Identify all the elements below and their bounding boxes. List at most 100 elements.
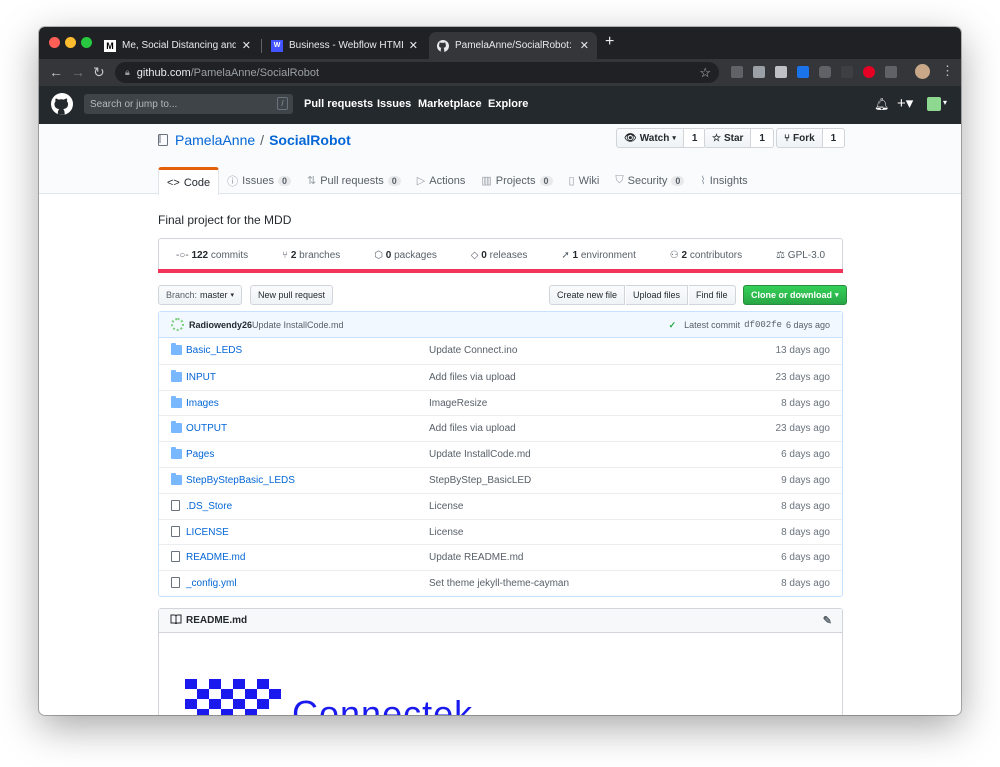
license-link[interactable]: ⚖ GPL-3.0 [776, 250, 825, 261]
extension-icon[interactable] [731, 66, 743, 78]
fork-button[interactable]: ⑂ Fork [776, 128, 823, 148]
tab-actions[interactable]: ▷ Actions [409, 167, 474, 194]
create-new-file-button[interactable]: Create new file [549, 285, 626, 305]
summary-label: releases [489, 250, 528, 261]
packages-link[interactable]: ⬡ 0 packages [374, 250, 437, 261]
new-tab-icon[interactable]: + [605, 33, 614, 51]
extension-icon[interactable] [797, 66, 809, 78]
browser-menu-icon[interactable]: ⋮ [941, 63, 954, 79]
file-commit-message[interactable]: Update Connect.ino [429, 345, 517, 356]
file-name-link[interactable]: _config.yml [186, 578, 237, 589]
file-name-link[interactable]: Images [186, 398, 219, 409]
folder-icon [171, 421, 182, 434]
file-commit-message[interactable]: License [429, 501, 463, 512]
close-tab-icon[interactable]: ✕ [242, 39, 251, 52]
file-name-link[interactable]: README.md [186, 552, 245, 563]
address-bar[interactable]: 🔒︎ github.com/PamelaAnne/SocialRobot ☆ [115, 62, 719, 83]
maximize-window-button[interactable] [81, 37, 92, 48]
summary-number: 0 [385, 250, 392, 261]
commit-sha[interactable]: df002fe [744, 320, 782, 331]
minimize-window-button[interactable] [65, 37, 76, 48]
file-name-link[interactable]: LICENSE [186, 527, 229, 538]
nav-pull-requests[interactable]: Pull requests [304, 98, 373, 110]
forward-icon[interactable]: → [71, 64, 85, 80]
branch-select-button[interactable]: Branch: master ▾ [158, 285, 243, 305]
releases-link[interactable]: ◇ 0 releases [471, 250, 528, 261]
file-commit-message[interactable]: Set theme jekyll-theme-cayman [429, 578, 569, 589]
file-commit-message[interactable]: Add files via upload [429, 423, 516, 434]
tab-issues[interactable]: ⓘ Issues 0 [219, 167, 299, 194]
people-icon: ⚇ [669, 250, 679, 261]
latest-commit-label: Latest commit [684, 320, 741, 330]
tab-security[interactable]: ⛉ Security 0 [607, 167, 692, 194]
repo-owner-link[interactable]: PamelaAnne [175, 132, 255, 148]
star-count[interactable]: 1 [751, 128, 774, 148]
file-age: 8 days ago [781, 578, 830, 590]
tab-counter: 0 [539, 175, 553, 186]
new-pull-request-button[interactable]: New pull request [250, 285, 334, 305]
extension-icon[interactable] [885, 66, 897, 78]
close-window-button[interactable] [49, 37, 60, 48]
pocket-icon[interactable] [819, 66, 831, 78]
extension-icon[interactable] [775, 66, 787, 78]
tab-projects[interactable]: ▥ Projects 0 [473, 167, 560, 194]
find-file-button[interactable]: Find file [689, 285, 736, 305]
nav-marketplace[interactable]: Marketplace [418, 98, 482, 110]
path-separator: / [260, 132, 265, 148]
tab-wiki[interactable]: ▯ Wiki [561, 167, 608, 194]
file-commit-message[interactable]: Update InstallCode.md [429, 449, 531, 460]
browser-tab-github[interactable]: PamelaAnne/SocialRobot: Final ✕ [429, 32, 597, 59]
clone-or-download-button[interactable]: Clone or download ▾ [743, 285, 847, 305]
file-commit-message[interactable]: StepByStep_BasicLED [429, 475, 531, 486]
upload-files-button[interactable]: Upload files [626, 285, 689, 305]
nav-explore[interactable]: Explore [488, 98, 528, 110]
search-input[interactable]: Search or jump to... / [84, 94, 293, 114]
bell-icon[interactable]: 🔔︎ [874, 97, 889, 111]
repo-name-link[interactable]: SocialRobot [269, 132, 351, 148]
create-new-icon[interactable]: +▾ [897, 94, 913, 112]
star-button[interactable]: ☆ Star [704, 128, 752, 148]
contributors-link[interactable]: ⚇ 2 contributors [670, 250, 742, 261]
file-name-link[interactable]: Pages [186, 449, 214, 460]
latest-commit-info: ✓ Latest commit df002fe 6 days ago [669, 320, 830, 331]
language-bar[interactable] [158, 269, 843, 273]
github-logo-icon[interactable] [51, 93, 73, 115]
file-name-link[interactable]: Basic_LEDS [186, 345, 242, 356]
file-commit-message[interactable]: License [429, 527, 463, 538]
file-name-link[interactable]: INPUT [186, 372, 216, 383]
bookmark-star-icon[interactable]: ☆ [699, 65, 711, 81]
close-tab-icon[interactable]: ✕ [409, 39, 418, 52]
commit-message[interactable]: Update InstallCode.md [252, 320, 344, 330]
reload-icon[interactable]: ↻ [93, 64, 105, 81]
author-avatar[interactable] [171, 318, 184, 331]
tab-counter: 0 [387, 175, 401, 186]
profile-avatar[interactable] [915, 64, 930, 79]
file-name-link[interactable]: OUTPUT [186, 423, 227, 434]
browser-tab-webflow[interactable]: W Business - Webflow HTML web ✕ [263, 32, 426, 59]
commit-author[interactable]: Radiowendy26 [189, 320, 252, 330]
back-icon[interactable]: ← [49, 64, 63, 80]
tab-code[interactable]: <> Code [158, 167, 220, 195]
commits-link[interactable]: -○- 122 commits [176, 250, 248, 261]
extension-icon[interactable] [753, 66, 765, 78]
chevron-down-icon[interactable]: ▾ [943, 98, 947, 107]
user-avatar[interactable] [927, 97, 941, 111]
tab-pull-requests[interactable]: ⇅ Pull requests 0 [299, 167, 409, 194]
watch-button[interactable]: 👁︎ Watch ▾ [616, 128, 684, 148]
pinterest-icon[interactable] [863, 66, 875, 78]
browser-tab-medium[interactable]: M Me, Social Distancing and My I ✕ [96, 32, 259, 59]
file-commit-message[interactable]: Update README.md [429, 552, 523, 563]
fork-count[interactable]: 1 [822, 128, 846, 148]
nav-issues[interactable]: Issues [377, 98, 411, 110]
extension-icon[interactable] [841, 66, 853, 78]
environments-link[interactable]: ➚ 1 environment [561, 250, 636, 261]
branches-link[interactable]: ⑂ 2 branches [282, 250, 340, 261]
file-commit-message[interactable]: ImageResize [429, 398, 487, 409]
file-name-link[interactable]: .DS_Store [186, 501, 232, 512]
file-commit-message[interactable]: Add files via upload [429, 372, 516, 383]
tab-insights[interactable]: ⌇ Insights [692, 167, 755, 194]
close-tab-icon[interactable]: ✕ [580, 39, 589, 52]
edit-pencil-icon[interactable]: ✎ [823, 614, 832, 627]
file-name-link[interactable]: StepByStepBasic_LEDS [186, 475, 295, 486]
check-icon[interactable]: ✓ [669, 320, 677, 331]
